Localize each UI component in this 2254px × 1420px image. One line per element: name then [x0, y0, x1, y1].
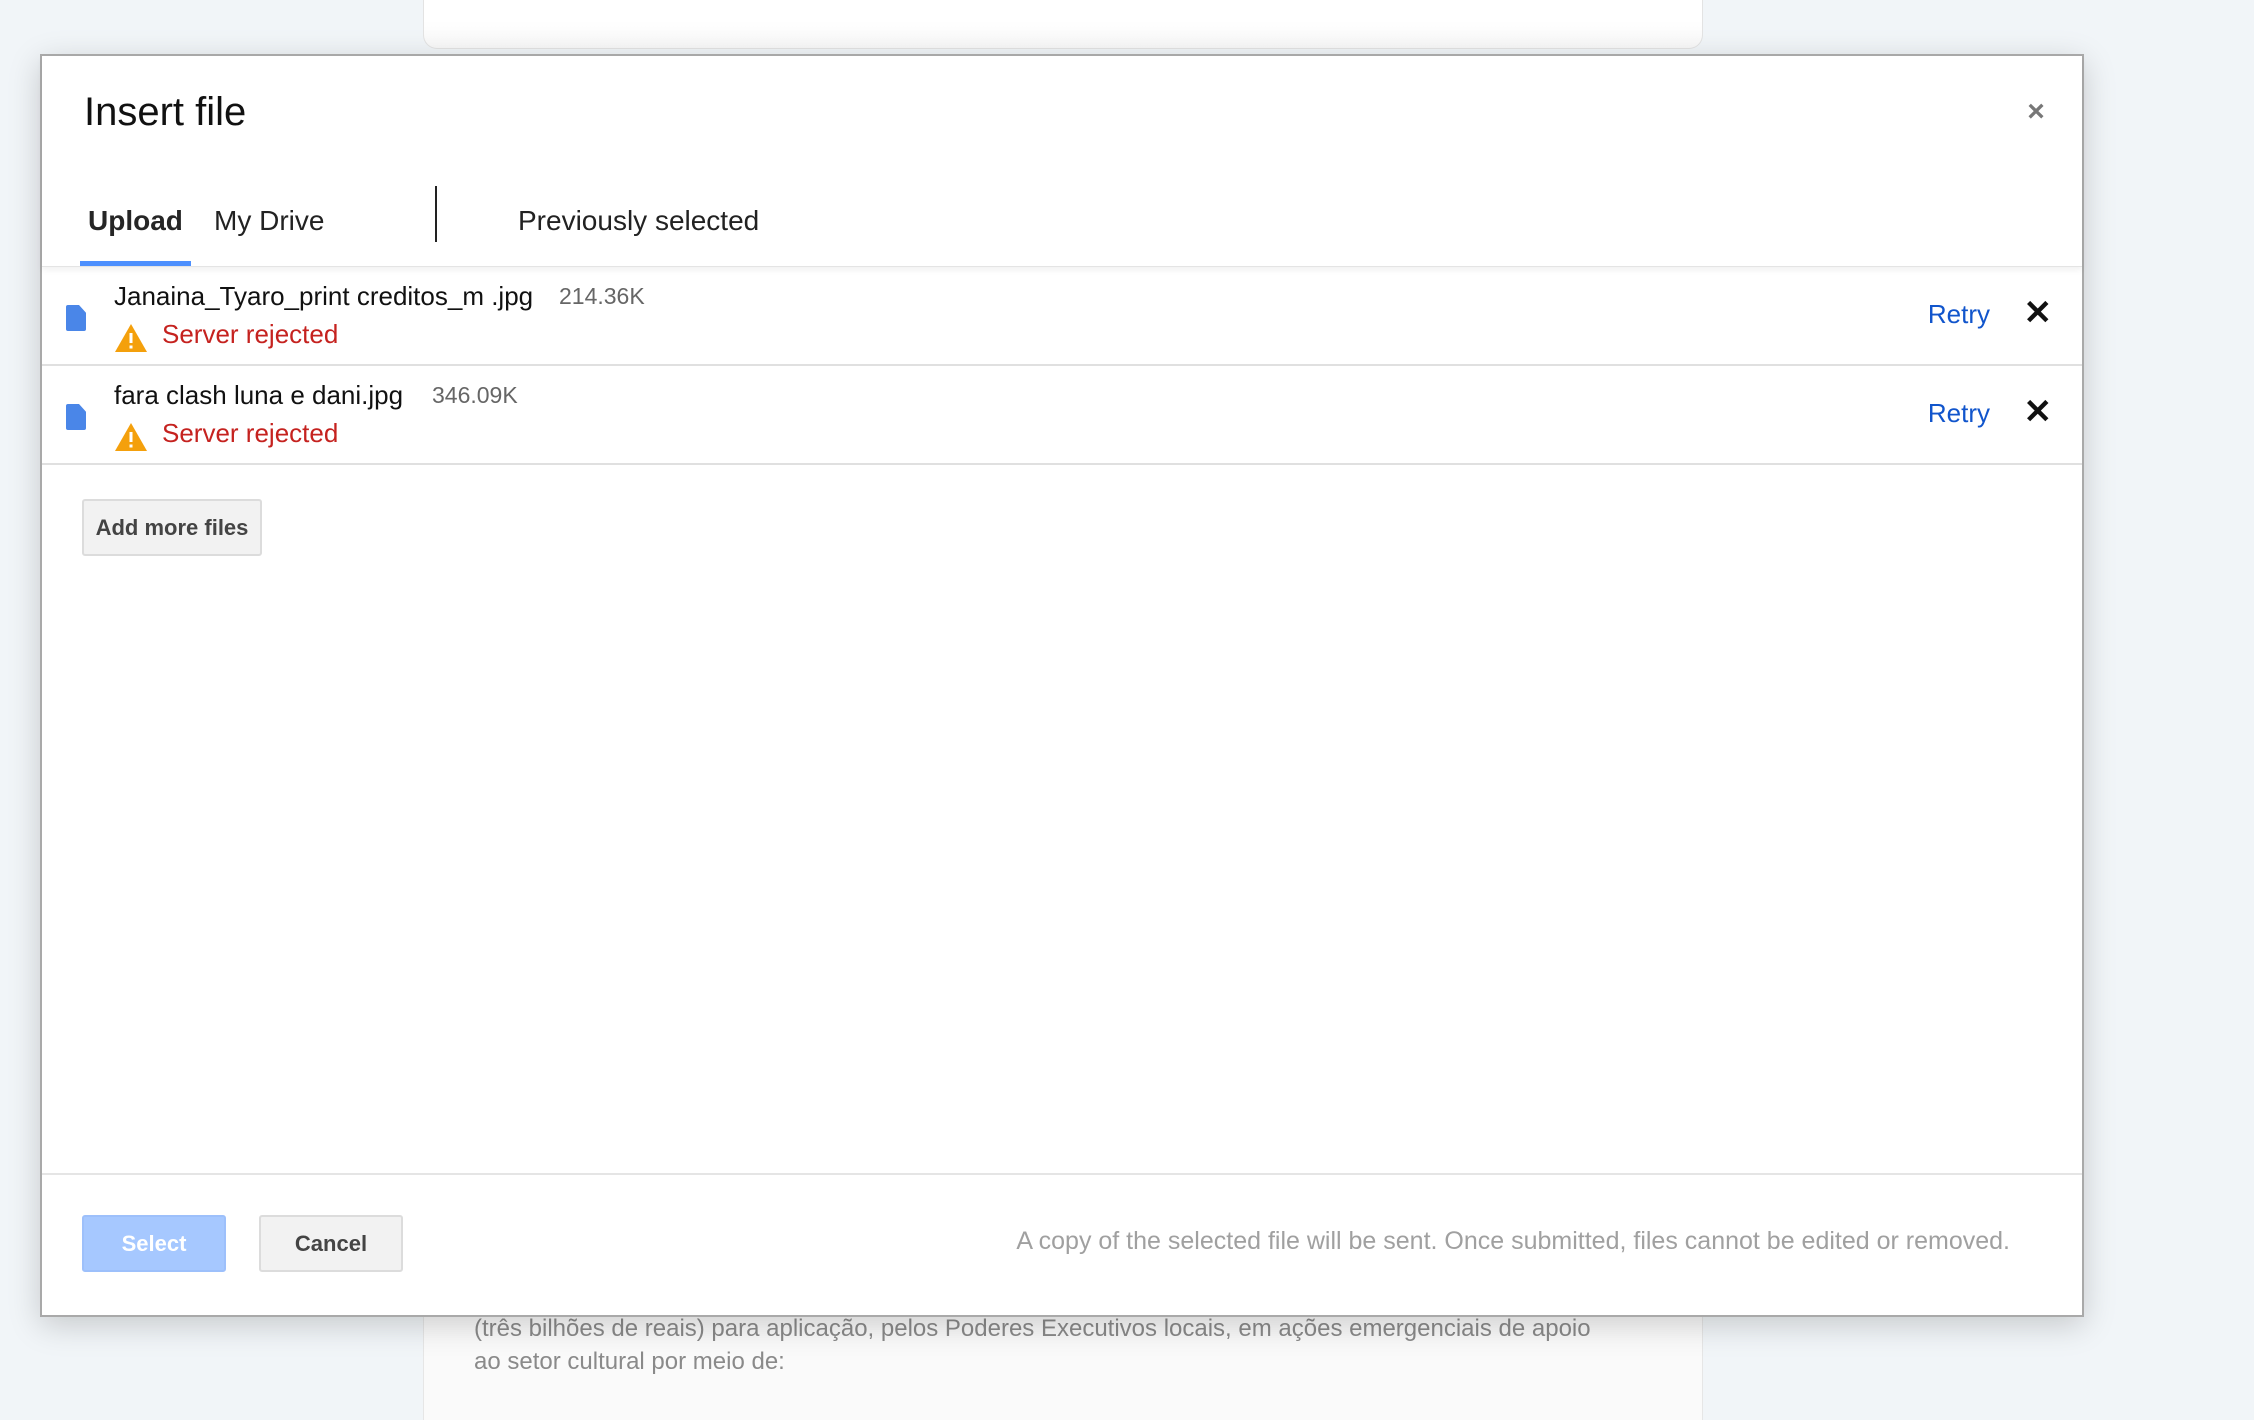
- footer-note: A copy of the selected file will be sent…: [1016, 1227, 2010, 1255]
- dialog-header: Insert file × Upload My Drive Previously…: [42, 56, 2082, 267]
- tab-divider: [435, 186, 437, 242]
- file-size: 214.36K: [559, 283, 645, 309]
- dialog-title: Insert file: [84, 90, 247, 134]
- tab-previously-selected[interactable]: Previously selected: [518, 186, 759, 266]
- upload-status: Server rejected: [162, 418, 339, 448]
- file-size: 346.09K: [432, 382, 518, 408]
- tab-upload[interactable]: Upload: [80, 186, 191, 266]
- tab-bar: Upload My Drive Previously selected: [42, 186, 2082, 266]
- remove-file-icon[interactable]: ✕: [2024, 392, 2053, 432]
- cancel-button[interactable]: Cancel: [259, 1215, 403, 1272]
- upload-status: Server rejected: [162, 319, 339, 349]
- file-icon: [66, 305, 86, 331]
- warning-icon: [115, 324, 147, 352]
- background-line-2: ao setor cultural por meio de:: [474, 1348, 785, 1375]
- dialog-footer: Select Cancel A copy of the selected fil…: [42, 1173, 2082, 1315]
- add-more-files-button[interactable]: Add more files: [82, 499, 262, 556]
- file-name: Janaina_Tyaro_print creditos_m .jpg: [114, 281, 534, 311]
- background-card-top: [423, 0, 1703, 49]
- file-name: fara clash luna e dani.jpg: [114, 380, 404, 410]
- remove-file-icon[interactable]: ✕: [2024, 293, 2053, 333]
- retry-link[interactable]: Retry: [1928, 299, 1990, 330]
- background-card-bottom: (três bilhões de reais) para aplicação, …: [423, 1300, 1703, 1420]
- file-row: Janaina_Tyaro_print creditos_m .jpg 214.…: [42, 267, 2082, 366]
- select-button[interactable]: Select: [82, 1215, 226, 1272]
- insert-file-dialog: Insert file × Upload My Drive Previously…: [40, 54, 2084, 1317]
- background-line-1: (três bilhões de reais) para aplicação, …: [474, 1315, 1591, 1342]
- retry-link[interactable]: Retry: [1928, 398, 1990, 429]
- close-icon[interactable]: ×: [2018, 94, 2054, 130]
- background-paragraph: (três bilhões de reais) para aplicação, …: [474, 1312, 1694, 1378]
- file-icon: [66, 404, 86, 430]
- file-row: fara clash luna e dani.jpg 346.09K Serve…: [42, 366, 2082, 465]
- tab-my-drive[interactable]: My Drive: [214, 186, 324, 266]
- warning-icon: [115, 423, 147, 451]
